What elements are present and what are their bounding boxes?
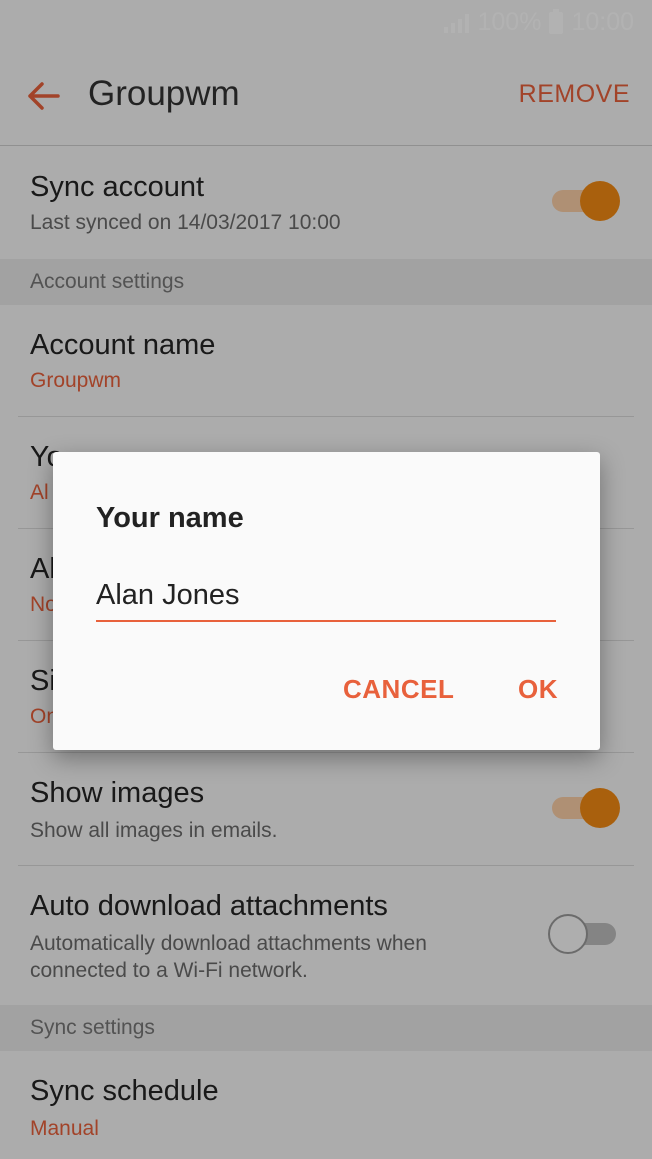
cancel-button[interactable]: CANCEL [343,674,454,705]
your-name-input[interactable] [96,570,556,622]
ok-button[interactable]: OK [518,674,558,705]
dialog-title: Your name [96,502,244,534]
your-name-dialog: Your name CANCEL OK [53,452,600,750]
